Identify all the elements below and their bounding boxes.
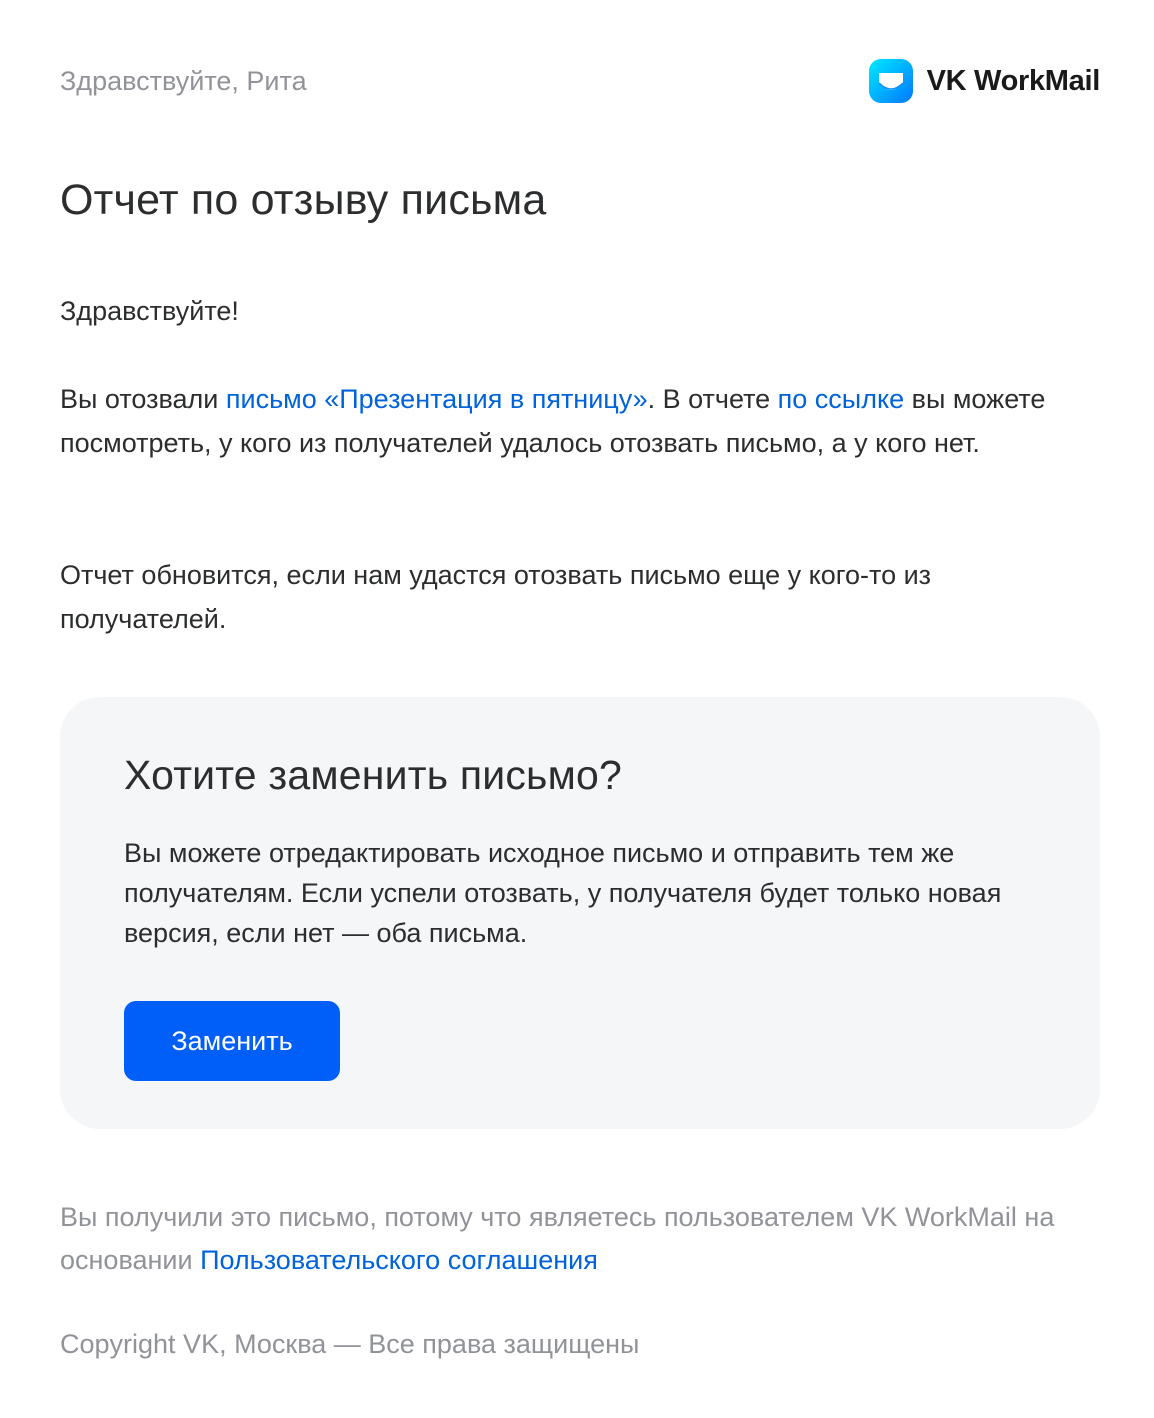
recall-info-paragraph: Вы отозвали письмо «Презентация в пятниц… [60,377,1100,465]
copyright-text: Copyright VK, Москва — Все права защищен… [60,1329,640,1359]
vk-workmail-logo[interactable]: VK WorkMail [868,58,1101,104]
report-update-note: Отчет обновится, если нам удастся отозва… [60,560,932,634]
logo-text: VK WorkMail [926,65,1101,97]
card-description: Вы можете отредактировать исходное письм… [124,838,1002,948]
replace-button[interactable]: Заменить [124,1001,340,1081]
mail-envelope-icon [868,59,913,103]
card-title: Хотите заменить письмо? [124,752,623,798]
recall-info-prefix: Вы отозвали [60,384,226,414]
email-header: Здравствуйте, Рита VK WorkMail [60,58,1100,104]
page-title: Отчет по отзыву письма [60,176,547,224]
greeting-text: Здравствуйте, Рита [60,66,307,96]
replace-letter-card: Хотите заменить письмо? Вы можете отреда… [60,697,1100,1129]
footer-notice: Вы получили это письмо, потому что являе… [60,1196,1100,1282]
report-link[interactable]: по ссылке [778,384,904,414]
user-agreement-link[interactable]: Пользовательского соглашения [200,1245,598,1275]
recalled-letter-link[interactable]: письмо «Презентация в пятницу» [226,384,648,414]
salutation-text: Здравствуйте! [60,296,239,326]
recall-info-middle: . В отчете [647,384,778,414]
